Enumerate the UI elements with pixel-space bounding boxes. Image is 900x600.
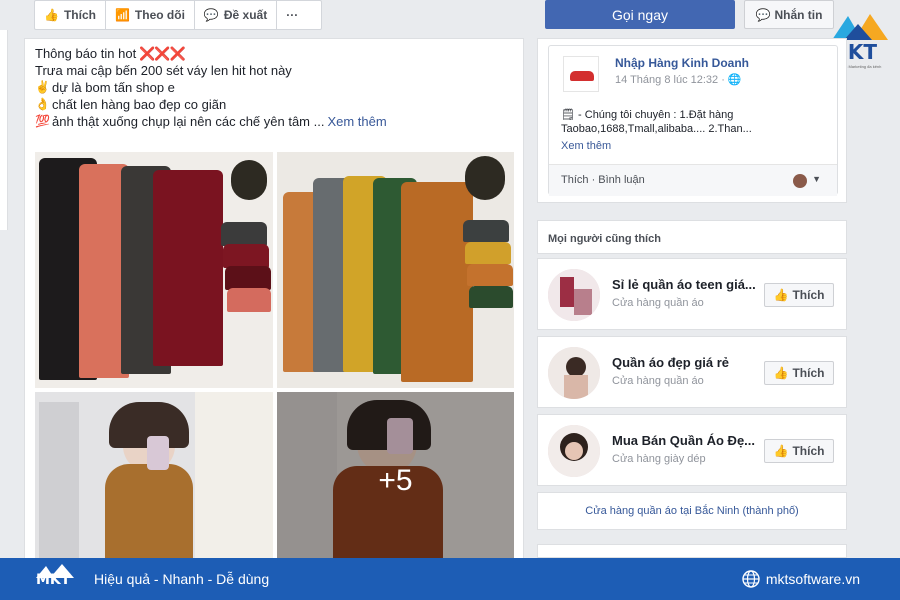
page-post-card: Nhập Hàng Kinh Doanh 14 Tháng 8 lúc 12:3… bbox=[537, 38, 847, 203]
post-line: Thông báo tin hot ❌❌❌ bbox=[35, 46, 186, 61]
post-photo-cardigans-1[interactable] bbox=[35, 152, 273, 388]
post-text: Thông báo tin hot ❌❌❌ Trưa mai cập bến 2… bbox=[35, 45, 387, 130]
shared-post[interactable]: Nhập Hàng Kinh Doanh 14 Tháng 8 lúc 12:3… bbox=[548, 45, 838, 196]
thumbs-up-icon: 👍 bbox=[773, 366, 789, 380]
suggested-page-category: Cửa hàng quần áo bbox=[612, 297, 704, 309]
footer-website-link[interactable]: mktsoftware.vn bbox=[742, 570, 860, 588]
page-post-body: 🗒 - Chúng tôi chuyên : 1.Đặt hàng Taobao… bbox=[561, 109, 752, 135]
post-line: Trưa mai cập bến 200 sét váy len hit hot… bbox=[35, 63, 292, 78]
post-line: 👌 chất len hàng bao đẹp co giãn bbox=[35, 97, 227, 112]
avatar-image bbox=[548, 425, 600, 477]
suggested-page-avatar[interactable] bbox=[548, 425, 600, 477]
page-name-link[interactable]: Nhập Hàng Kinh Doanh bbox=[615, 56, 749, 70]
previous-card-edge bbox=[0, 30, 8, 230]
thumbs-up-icon: 👍 bbox=[773, 288, 789, 302]
like-comment-links[interactable]: Thích · Bình luận bbox=[561, 174, 645, 186]
post-actions: Thích · Bình luận ▼ bbox=[549, 164, 837, 196]
page-action-toolbar: 👍 Thích 📶 Theo dõi 💬 Đề xuất ··· bbox=[34, 0, 322, 30]
mkt-footer-logo: MKT bbox=[34, 564, 76, 594]
suggested-page-category: Cửa hàng giày dép bbox=[612, 453, 706, 465]
avatar-image bbox=[548, 269, 600, 321]
post-timestamp[interactable]: 14 Tháng 8 lúc 12:32 · 🌐 bbox=[615, 73, 742, 86]
like-page-button[interactable]: 👍 Thích bbox=[764, 439, 834, 463]
suggested-page-item[interactable]: Quần áo đẹp giá rẻ Cửa hàng quần áo 👍 Th… bbox=[537, 336, 847, 408]
footer-slogan: Hiệu quả - Nhanh - Dễ dùng bbox=[94, 571, 270, 587]
suggested-page-avatar[interactable] bbox=[548, 269, 600, 321]
suggested-page-category: Cửa hàng quần áo bbox=[612, 375, 704, 387]
post-line: ✌ dự là bom tấn shop e bbox=[35, 80, 175, 95]
thumbs-up-icon: 👍 bbox=[44, 8, 59, 22]
user-avatar[interactable] bbox=[793, 174, 807, 188]
post-photo-model-2[interactable]: +5 bbox=[277, 392, 514, 569]
document-icon: 🗒 bbox=[561, 109, 575, 121]
avatar-image bbox=[548, 347, 600, 399]
page-avatar[interactable] bbox=[563, 56, 599, 92]
suggested-page-title[interactable]: Quần áo đẹp giá rẻ bbox=[612, 355, 729, 370]
suggested-page-item[interactable]: Mua Bán Quần Áo Đẹ... Cửa hàng giày dép … bbox=[537, 414, 847, 486]
like-page-button[interactable]: 👍 Thích bbox=[764, 361, 834, 385]
suggested-page-title[interactable]: Mua Bán Quần Áo Đẹ... bbox=[612, 433, 755, 448]
next-card-edge bbox=[537, 544, 847, 558]
people-also-like-header: Mọi người cũng thích bbox=[537, 220, 847, 254]
see-more-link[interactable]: Xem thêm bbox=[327, 113, 386, 130]
rss-icon: 📶 bbox=[114, 8, 130, 22]
more-options-button[interactable]: ··· bbox=[277, 1, 307, 29]
suggested-page-item[interactable]: Sỉ lẻ quần áo teen giá... Cửa hàng quần … bbox=[537, 258, 847, 330]
follow-button[interactable]: 📶 Theo dõi bbox=[106, 1, 195, 29]
more-photos-overlay[interactable]: +5 bbox=[277, 392, 514, 569]
hundred-points-icon: 💯 bbox=[35, 114, 50, 128]
messenger-icon: 💬 bbox=[755, 7, 771, 22]
thumbs-up-icon: 👍 bbox=[773, 444, 789, 458]
post-photo-cardigans-2[interactable] bbox=[277, 152, 514, 388]
recommend-button[interactable]: 💬 Đề xuất bbox=[195, 1, 278, 29]
suggested-page-title[interactable]: Sỉ lẻ quần áo teen giá... bbox=[612, 277, 756, 292]
footer-bar: MKT Hiệu quả - Nhanh - Dễ dùng mktsoftwa… bbox=[0, 558, 900, 600]
call-now-button[interactable]: Gọi ngay bbox=[545, 0, 735, 29]
suggested-page-avatar[interactable] bbox=[548, 347, 600, 399]
caret-down-icon[interactable]: ▼ bbox=[812, 174, 821, 184]
ok-hand-icon: 👌 bbox=[35, 97, 50, 111]
see-more-link[interactable]: Xem thêm bbox=[561, 140, 611, 152]
post-line: 💯 ảnh thật xuống chụp lại nên các chế yê… bbox=[35, 113, 387, 130]
comment-icon: 💬 bbox=[203, 8, 219, 22]
post-photo-model-1[interactable] bbox=[35, 392, 273, 569]
like-page-button[interactable]: 👍 Thích bbox=[764, 283, 834, 307]
location-category-card: Cửa hàng quần áo tại Bắc Ninh (thành phố… bbox=[537, 492, 847, 530]
post-card: Thông báo tin hot ❌❌❌ Trưa mai cập bến 2… bbox=[24, 38, 524, 569]
globe-icon bbox=[742, 570, 760, 588]
like-page-button[interactable]: 👍 Thích bbox=[35, 1, 106, 29]
victory-hand-icon: ✌ bbox=[35, 80, 50, 94]
location-category-link[interactable]: Cửa hàng quần áo tại Bắc Ninh (thành phố… bbox=[538, 505, 846, 517]
send-message-button[interactable]: 💬 Nhắn tin bbox=[744, 0, 834, 29]
